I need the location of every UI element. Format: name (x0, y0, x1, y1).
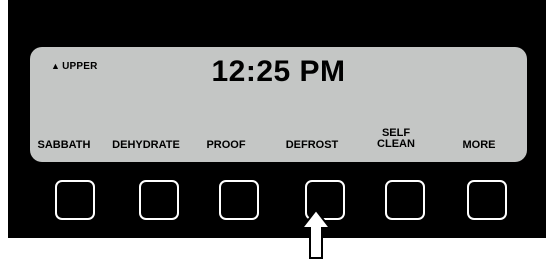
sabbath-button[interactable] (55, 180, 95, 220)
softkey-label-self-clean: SELF CLEAN (377, 127, 415, 150)
softkey-label-more: MORE (462, 139, 496, 151)
clock-time: 12:25 PM (211, 55, 346, 88)
self-clean-button[interactable] (385, 180, 425, 220)
softkey-label-defrost: DEFROST (285, 139, 339, 151)
more-button[interactable] (467, 180, 507, 220)
up-arrow-icon (300, 208, 332, 259)
softkey-label-dehydrate: DEHYDRATE (112, 139, 180, 151)
control-panel: ▲ UPPER 12:25 PM SABBATH DEHYDRATE PROOF … (8, 0, 546, 238)
dehydrate-button[interactable] (139, 180, 179, 220)
proof-button[interactable] (219, 180, 259, 220)
softkey-label-proof: PROOF (206, 139, 246, 151)
softkey-label-sabbath: SABBATH (37, 139, 91, 151)
lcd-display: ▲ UPPER 12:25 PM SABBATH DEHYDRATE PROOF … (30, 47, 527, 162)
